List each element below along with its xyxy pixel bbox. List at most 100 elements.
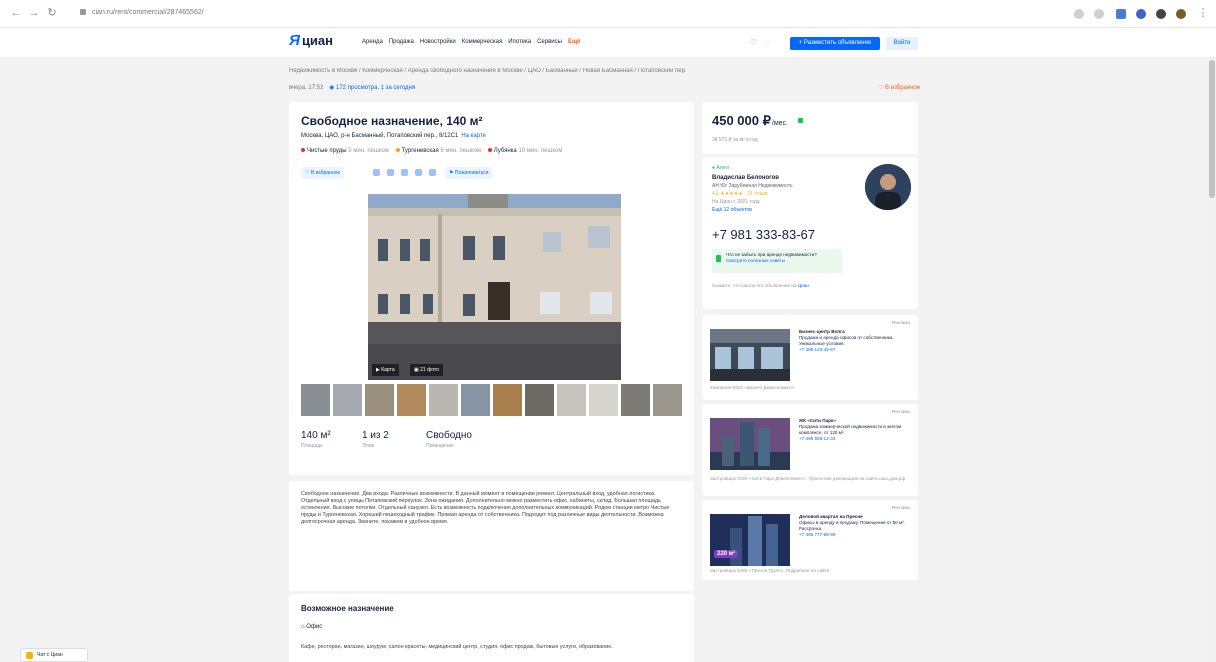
compare-icon[interactable] bbox=[373, 169, 380, 176]
ad-footer: Компания ООО «Бизнес-Девелопмент» bbox=[710, 385, 795, 390]
favorites-link[interactable]: ♡ В избранное bbox=[878, 84, 920, 91]
agent-since: На Циан с 2021 года bbox=[712, 199, 760, 205]
menu-item[interactable]: Продажа bbox=[389, 39, 414, 45]
menu-item[interactable]: Новостройки bbox=[420, 39, 456, 45]
puzzle-icon[interactable] bbox=[1156, 9, 1166, 19]
price-per-meter: 38 571 ₽ за м² в год bbox=[712, 137, 758, 143]
photo-thumbnail[interactable] bbox=[429, 384, 458, 416]
menu-item[interactable]: Ипотека bbox=[508, 39, 531, 45]
tip-box[interactable]: Что не забыть при аренде недвижимости? См… bbox=[712, 249, 842, 273]
updated-date: вчера, 17:52 bbox=[289, 85, 324, 91]
cian-logo[interactable]: Яциан bbox=[289, 32, 333, 49]
ad-card[interactable]: Реклама 220 м² Деловой квартал на Пресне… bbox=[702, 500, 918, 580]
download-icon[interactable] bbox=[415, 169, 422, 176]
photo-thumbnail[interactable] bbox=[301, 384, 330, 416]
gallery-map-button[interactable]: ▶ Карта bbox=[372, 364, 399, 376]
menu-kebab-icon[interactable]: ⋮ bbox=[1197, 7, 1209, 19]
photo-thumbnail[interactable] bbox=[621, 384, 650, 416]
ad-label: Реклама bbox=[891, 505, 910, 510]
main-photo bbox=[368, 194, 621, 380]
description-text: Свободное назначение. Два входа. Различн… bbox=[301, 491, 670, 525]
chat-button[interactable]: Чат с Циан bbox=[20, 648, 88, 662]
price-value: 450 000 ₽/мес. bbox=[712, 113, 788, 128]
reload-icon[interactable]: ↻ bbox=[46, 7, 58, 19]
photo-thumbnail[interactable] bbox=[397, 384, 426, 416]
photo-thumbnail[interactable] bbox=[365, 384, 394, 416]
add-favorite-button[interactable]: ♡ В избранное bbox=[301, 167, 345, 179]
zoom-icon[interactable] bbox=[1074, 9, 1084, 19]
listing-address: Москва, ЦАО, р-н Басманный, Потаповский … bbox=[301, 133, 486, 139]
metro-station[interactable]: Тургеневская 6 мин. пешком bbox=[395, 148, 486, 154]
menu-item[interactable]: Аренда bbox=[362, 39, 383, 45]
photo-thumbnails bbox=[301, 384, 686, 416]
agent-rating[interactable]: 4,5 ★★★★★ · 21 отзыв bbox=[712, 191, 768, 197]
share-icon[interactable] bbox=[387, 169, 394, 176]
scrollbar[interactable] bbox=[1208, 58, 1216, 662]
map-link[interactable]: На карте bbox=[461, 133, 486, 139]
views-count[interactable]: ◉ 172 просмотра, 1 за сегодня bbox=[329, 85, 415, 91]
ad-footer: Застройщик ООО «Сити Парк Девелопмент». … bbox=[710, 476, 906, 481]
shield-icon bbox=[716, 255, 721, 262]
ad-photo bbox=[710, 418, 790, 470]
metro-station[interactable]: Чистые пруды 5 мин. пешком bbox=[301, 148, 394, 154]
chat-icon bbox=[26, 652, 33, 659]
purpose-tag: ⌂ Офис bbox=[301, 624, 323, 630]
gallery-photos-button[interactable]: ▣ 21 фото bbox=[410, 364, 443, 376]
listing-title: Свободное назначение, 140 м² bbox=[301, 114, 483, 128]
bell-icon[interactable]: ◌ bbox=[765, 39, 774, 47]
login-button[interactable]: Войти bbox=[886, 37, 918, 50]
ad-card[interactable]: Реклама Бизнес-центр Волга Продажа и арен… bbox=[702, 315, 918, 400]
address-bar[interactable]: cian.ru/rent/commercial/287465562/ bbox=[80, 6, 260, 20]
param-floor: 1 из 2 Этаж bbox=[362, 430, 389, 449]
scrollbar-thumb[interactable] bbox=[1209, 60, 1215, 198]
menu-item[interactable]: Коммерческая bbox=[462, 39, 502, 45]
agent-phone[interactable]: +7 981 333-83-67 bbox=[712, 227, 815, 242]
listing-card: Свободное назначение, 140 м² Москва, ЦАО… bbox=[289, 102, 694, 475]
photo-thumbnail[interactable] bbox=[589, 384, 618, 416]
purpose-text: Кафе, ресторан, магазин, шоурум, салон к… bbox=[301, 644, 613, 650]
photo-thumbnail[interactable] bbox=[333, 384, 362, 416]
purpose-title: Возможное назначение bbox=[301, 604, 394, 613]
price-trend-icon[interactable] bbox=[798, 118, 803, 123]
photo-thumbnail[interactable] bbox=[493, 384, 522, 416]
forward-icon[interactable]: → bbox=[28, 7, 40, 19]
ad-footer: Застройщик ООО «Пресня Групп». Подробнее… bbox=[710, 568, 830, 573]
back-icon[interactable]: ← bbox=[10, 7, 22, 19]
agent-company: АН Юг Зарубежная Недвижимость bbox=[712, 183, 793, 189]
extension-icon[interactable] bbox=[1136, 9, 1146, 19]
profile-avatar[interactable] bbox=[1176, 9, 1186, 19]
print-icon[interactable] bbox=[401, 169, 408, 176]
menu-item[interactable]: Сервисы bbox=[537, 39, 562, 45]
agent-badge: ● Агент bbox=[712, 165, 730, 171]
agent-name[interactable]: Владислав Белоногов bbox=[712, 175, 779, 181]
url-text: cian.ru/rent/commercial/287465562/ bbox=[92, 9, 204, 16]
ad-image bbox=[710, 329, 790, 381]
ad-image: 220 м² bbox=[710, 514, 790, 566]
photo-gallery[interactable]: ▶ Карта ▣ 21 фото bbox=[368, 194, 621, 380]
photo-thumbnail[interactable] bbox=[653, 384, 682, 416]
breadcrumb[interactable]: Недвижимость в Москве / Коммерческая / А… bbox=[289, 68, 809, 74]
note-icon[interactable] bbox=[429, 169, 436, 176]
agent-more-link[interactable]: Ещё 12 объектов bbox=[712, 207, 752, 213]
report-button[interactable]: ⚑ Пожаловаться bbox=[445, 167, 493, 179]
photo-thumbnail[interactable] bbox=[461, 384, 490, 416]
ad-card[interactable]: Реклама ЖК «Сити Парк» Продажа коммерческ… bbox=[702, 404, 918, 496]
browser-toolbar: ← → ↻ cian.ru/rent/commercial/287465562/… bbox=[0, 0, 1216, 28]
ad-photo bbox=[710, 329, 790, 381]
photo-thumbnail[interactable] bbox=[525, 384, 554, 416]
menu-item-hot[interactable]: Ещё bbox=[568, 39, 580, 45]
metro-station[interactable]: Лубянка 10 мин. пешком bbox=[487, 148, 568, 154]
star-icon[interactable] bbox=[1094, 9, 1104, 19]
main-menu: Аренда Продажа Новостройки Коммерческая Ипот… bbox=[362, 39, 586, 45]
purpose-card: Возможное назначение ⌂ Офис Кафе, рестор… bbox=[289, 594, 694, 662]
photo-thumbnail[interactable] bbox=[557, 384, 586, 416]
metro-line-icon bbox=[301, 148, 305, 153]
price-card: 450 000 ₽/мес. 38 571 ₽ за м² в год bbox=[702, 102, 918, 154]
agent-note: Скажите, что нашли это объявление на Циа… bbox=[712, 283, 809, 288]
heart-icon[interactable]: ♡ bbox=[750, 39, 759, 47]
extension-icon[interactable] bbox=[1116, 9, 1126, 19]
place-ad-button[interactable]: + Разместить объявление bbox=[790, 37, 880, 50]
ad-image bbox=[710, 418, 790, 470]
avatar[interactable] bbox=[865, 164, 911, 210]
metro-list: Чистые пруды 5 мин. пешком Тургеневская … bbox=[301, 148, 567, 154]
